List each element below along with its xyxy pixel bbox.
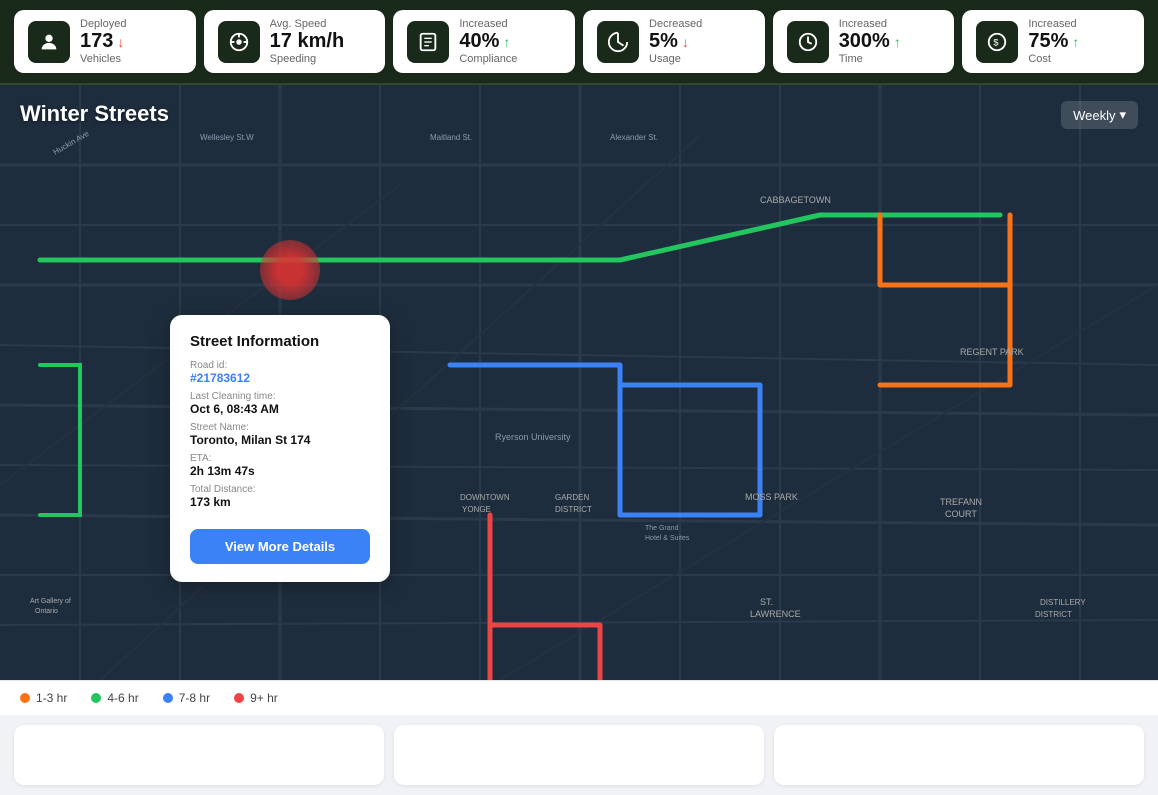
compliance-trend-icon: ↑ <box>503 34 510 50</box>
cleaning-time-label: Last Cleaning time: <box>190 391 370 402</box>
svg-text:$: $ <box>994 37 999 47</box>
legend-label-4-6hr: 4-6 hr <box>107 691 138 705</box>
compliance-icon <box>407 21 449 63</box>
svg-text:ST.: ST. <box>760 597 773 607</box>
cleaning-time-value: Oct 6, 08:43 AM <box>190 402 370 416</box>
speeding-label: Speeding <box>270 53 344 65</box>
cleaning-time-field: Last Cleaning time: Oct 6, 08:43 AM <box>190 391 370 416</box>
distance-value: 173 km <box>190 495 370 509</box>
bottom-card-1 <box>14 725 384 785</box>
svg-text:COURT: COURT <box>945 509 977 519</box>
usage-label: Usage <box>649 53 702 65</box>
bottom-card-2 <box>394 725 764 785</box>
speeding-value: 17 km/h <box>270 30 344 53</box>
usage-trend-icon: ↓ <box>682 34 689 50</box>
svg-text:DISTRICT: DISTRICT <box>1035 610 1072 619</box>
stat-card-time: Increased 300% ↑ Time <box>773 10 955 73</box>
svg-text:Ontario: Ontario <box>35 608 58 615</box>
legend-item-1-3hr: 1-3 hr <box>20 691 67 705</box>
svg-text:Hotel & Suites: Hotel & Suites <box>645 535 690 542</box>
cost-value: 75% ↑ <box>1028 30 1079 53</box>
stat-card-usage: Decreased 5% ↓ Usage <box>583 10 765 73</box>
time-sublabel: Increased <box>839 18 901 30</box>
bottom-cards-row <box>0 715 1158 795</box>
svg-text:Huckin Ave: Huckin Ave <box>52 129 92 157</box>
cost-sublabel: Increased <box>1028 18 1079 30</box>
svg-text:Ryerson University: Ryerson University <box>495 432 571 442</box>
cost-label: Cost <box>1028 53 1079 65</box>
stats-bar: Deployed 173 ↓ Vehicles Avg. Speed 17 km… <box>0 0 1158 85</box>
map-container[interactable]: CABBAGETOWN REGENT PARK DOWNTOWN YONGE G… <box>0 85 1158 680</box>
compliance-sublabel: Increased <box>459 18 517 30</box>
stat-card-vehicles: Deployed 173 ↓ Vehicles <box>14 10 196 73</box>
vehicles-trend-icon: ↓ <box>117 34 124 50</box>
svg-text:LAWRENCE: LAWRENCE <box>750 609 801 619</box>
legend-item-7-8hr: 7-8 hr <box>163 691 210 705</box>
eta-value: 2h 13m 47s <box>190 464 370 478</box>
cost-icon: $ <box>976 21 1018 63</box>
svg-text:GARDEN: GARDEN <box>555 493 589 502</box>
popup-title: Street Information <box>190 333 370 350</box>
cost-trend-icon: ↑ <box>1072 34 1079 50</box>
usage-value: 5% ↓ <box>649 30 702 53</box>
usage-icon <box>597 21 639 63</box>
street-name-value: Toronto, Milan St 174 <box>190 433 370 447</box>
legend-label-7-8hr: 7-8 hr <box>179 691 210 705</box>
road-id-label: Road id: <box>190 360 370 371</box>
map-alert-dot <box>260 240 320 300</box>
eta-field: ETA: 2h 13m 47s <box>190 453 370 478</box>
time-icon <box>787 21 829 63</box>
vehicles-label: Vehicles <box>80 53 126 65</box>
legend-dot-orange <box>20 693 30 703</box>
time-trend-icon: ↑ <box>894 34 901 50</box>
view-more-details-button[interactable]: View More Details <box>190 529 370 564</box>
eta-label: ETA: <box>190 453 370 464</box>
map-title: Winter Streets <box>20 101 169 127</box>
road-id-value: #21783612 <box>190 371 370 385</box>
svg-text:Maitland St.: Maitland St. <box>430 133 472 142</box>
bottom-card-3 <box>774 725 1144 785</box>
legend-dot-blue <box>163 693 173 703</box>
vehicles-icon <box>28 21 70 63</box>
svg-text:MOSS PARK: MOSS PARK <box>745 492 798 502</box>
svg-text:CABBAGETOWN: CABBAGETOWN <box>760 195 831 205</box>
usage-sublabel: Decreased <box>649 18 702 30</box>
svg-text:DISTRICT: DISTRICT <box>555 505 592 514</box>
street-name-field: Street Name: Toronto, Milan St 174 <box>190 422 370 447</box>
legend-item-4-6hr: 4-6 hr <box>91 691 138 705</box>
svg-text:Art Gallery of: Art Gallery of <box>30 598 71 605</box>
svg-text:REGENT PARK: REGENT PARK <box>960 347 1024 357</box>
vehicles-sublabel: Deployed <box>80 18 126 30</box>
weekly-toggle-button[interactable]: Weekly ▾ <box>1061 101 1138 129</box>
svg-text:YONGE: YONGE <box>462 505 491 514</box>
street-info-popup: Street Information Road id: #21783612 La… <box>170 315 390 582</box>
legend-dot-red <box>234 693 244 703</box>
stat-card-speeding: Avg. Speed 17 km/h Speeding <box>204 10 386 73</box>
svg-text:Alexander St.: Alexander St. <box>610 133 658 142</box>
legend-item-9hr: 9+ hr <box>234 691 278 705</box>
svg-text:TREFANN: TREFANN <box>940 497 982 507</box>
time-label: Time <box>839 53 901 65</box>
speeding-sublabel: Avg. Speed <box>270 18 344 30</box>
legend-dot-green <box>91 693 101 703</box>
svg-text:DOWNTOWN: DOWNTOWN <box>460 493 510 502</box>
distance-field: Total Distance: 173 km <box>190 484 370 509</box>
legend-label-9hr: 9+ hr <box>250 691 278 705</box>
speeding-icon <box>218 21 260 63</box>
svg-text:Wellesley St.W: Wellesley St.W <box>200 133 254 142</box>
compliance-value: 40% ↑ <box>459 30 517 53</box>
stat-card-cost: $ Increased 75% ↑ Cost <box>962 10 1144 73</box>
chevron-down-icon: ▾ <box>1119 107 1126 123</box>
time-value: 300% ↑ <box>839 30 901 53</box>
compliance-label: Compliance <box>459 53 517 65</box>
distance-label: Total Distance: <box>190 484 370 495</box>
svg-text:DISTILLERY: DISTILLERY <box>1040 598 1086 607</box>
street-name-label: Street Name: <box>190 422 370 433</box>
vehicles-value: 173 ↓ <box>80 30 126 53</box>
legend-label-1-3hr: 1-3 hr <box>36 691 67 705</box>
stat-card-compliance: Increased 40% ↑ Compliance <box>393 10 575 73</box>
map-legend: 1-3 hr 4-6 hr 7-8 hr 9+ hr <box>0 680 1158 715</box>
road-id-field: Road id: #21783612 <box>190 360 370 385</box>
svg-text:The Grand: The Grand <box>645 525 679 532</box>
